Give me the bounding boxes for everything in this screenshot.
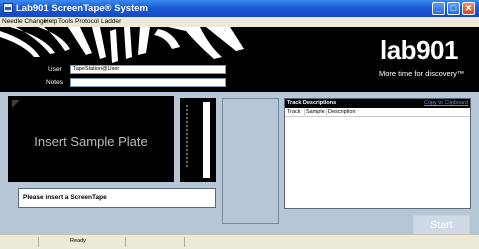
maximize-button[interactable]: □ [447,2,460,15]
track-panel-title: Track Descriptions [287,100,337,106]
track-descriptions-panel: Track Descriptions Copy to Clipboard Tra… [284,98,471,209]
status-text: Ready [70,238,86,244]
menu-ladder[interactable]: Ladder [101,17,121,27]
user-label: User [48,66,62,73]
column-track[interactable]: Track [287,108,301,116]
close-icon: ✕ [464,3,473,13]
screentape-slot[interactable] [180,98,216,182]
insert-plate-label: Insert Sample Plate [34,134,148,149]
column-sample[interactable]: Sample [306,108,325,116]
screentape-status: Please insert a ScreenTape [18,188,216,208]
minimize-button[interactable]: _ [432,2,445,15]
menu-tools[interactable]: Tools [58,17,73,27]
track-panel-header: Track Descriptions Copy to Clipboard [285,99,470,108]
window-title: Lab901 ScreenTape® System [16,3,148,14]
main-content: Insert Sample Plate Please insert a Scre… [0,92,479,235]
user-input[interactable]: TapeStation@User [70,65,226,74]
notes-input[interactable] [70,78,226,87]
header-banner: User TapeStation@User Notes lab901 More … [0,27,479,92]
minimize-icon: _ [435,3,441,13]
status-divider [184,237,185,247]
screentape-strip [203,102,210,178]
menu-help[interactable]: Help [44,17,57,27]
menu-protocol[interactable]: Protocol [75,17,99,27]
column-divider [304,109,305,115]
notes-label: Notes [46,79,63,86]
track-table-header: Track Sample Description [285,108,470,117]
column-divider [326,109,327,115]
status-divider [38,237,39,247]
sample-plate-panel[interactable]: Insert Sample Plate [8,96,174,182]
tape-wells-icon [185,104,189,168]
lab901-logo: lab901 [380,35,458,65]
title-bar: Lab901 ScreenTape® System _ □ ✕ [0,0,479,17]
column-description[interactable]: Description [328,108,356,116]
close-button[interactable]: ✕ [462,2,475,15]
tape-view-panel [222,98,279,224]
status-divider [125,237,126,247]
app-window-icon[interactable] [3,3,13,13]
tagline: More time for discovery™ [379,69,465,78]
menu-needle-change[interactable]: Needle Change [2,17,47,27]
copy-to-clipboard-link[interactable]: Copy to Clipboard [424,99,468,108]
start-button[interactable]: Start [413,215,470,235]
status-bar: Ready [0,234,479,249]
maximize-icon: □ [450,3,457,13]
